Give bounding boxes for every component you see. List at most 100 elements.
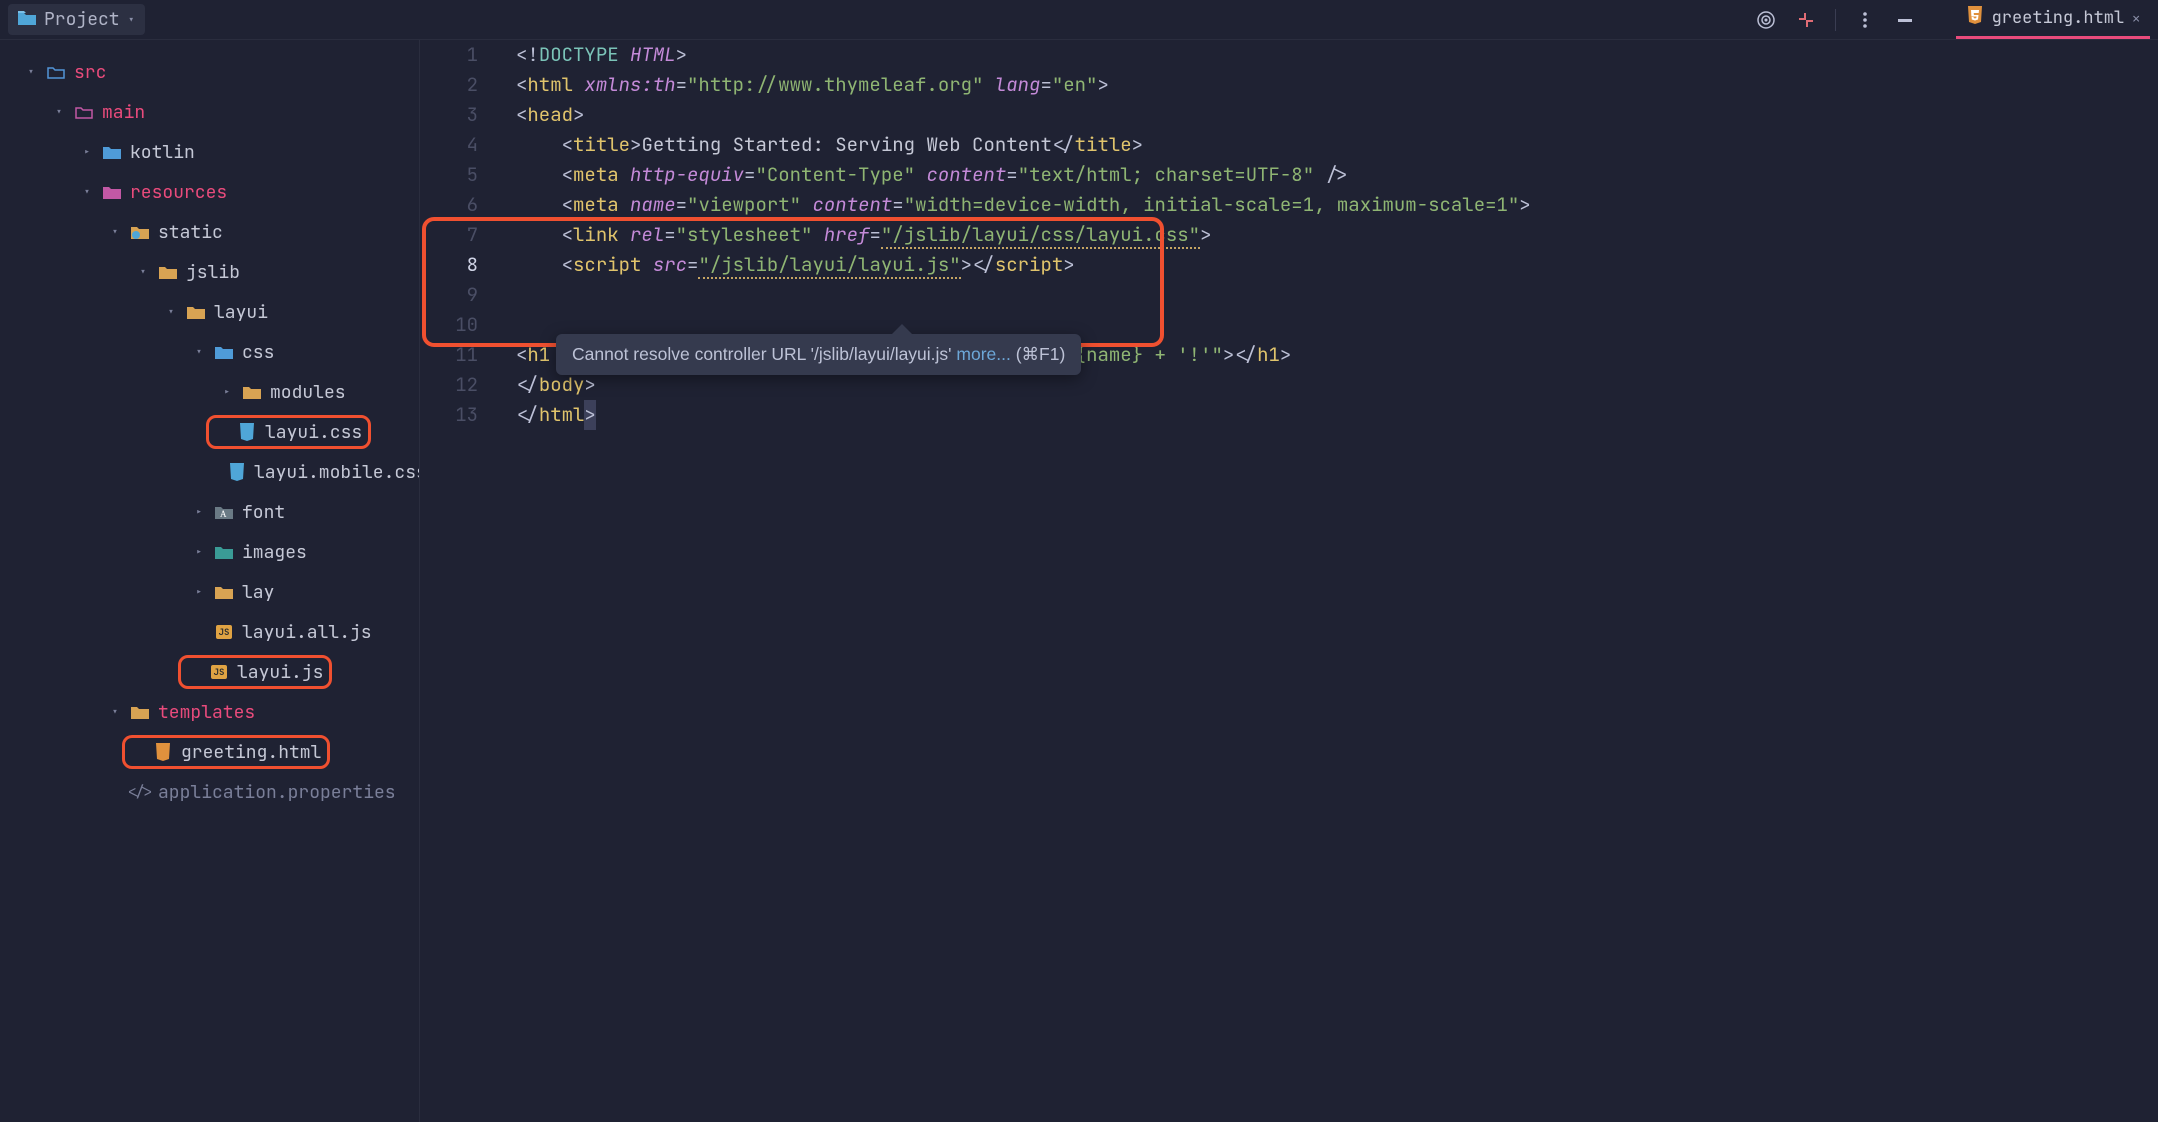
chevron-down-icon: ▾ xyxy=(80,184,94,200)
tree-label: layui.js xyxy=(237,661,323,684)
line-number: 10 xyxy=(420,310,478,340)
code-editor[interactable]: 1 2 3 4 5 6 7 8 9 10 11 12 13 <!DOCTYPE … xyxy=(420,40,2158,1122)
line-number: 8 xyxy=(420,250,478,280)
tree-modules[interactable]: ▸ modules xyxy=(0,372,419,412)
chevron-down-icon: ▾ xyxy=(52,104,66,120)
separator xyxy=(1835,9,1836,31)
tree-greeting-html[interactable]: greeting.html xyxy=(0,732,419,772)
chevron-right-icon: ▸ xyxy=(80,144,94,160)
js-icon: JS xyxy=(209,662,229,682)
close-icon[interactable]: ✕ xyxy=(2132,10,2140,27)
line-number: 13 xyxy=(420,400,478,430)
line-number: 9 xyxy=(420,280,478,310)
line-number: 6 xyxy=(420,190,478,220)
folder-icon xyxy=(158,262,178,282)
tree-app-properties[interactable]: </> application.properties xyxy=(0,772,419,812)
tree-label: jslib xyxy=(186,261,240,284)
tree-label: images xyxy=(242,541,307,564)
tree-lay[interactable]: ▸ lay xyxy=(0,572,419,612)
tree-layui-mobile-css[interactable]: layui.mobile.css xyxy=(0,452,419,492)
more-icon[interactable] xyxy=(1854,9,1876,31)
tab-label: greeting.html xyxy=(1992,7,2125,29)
error-tooltip: Cannot resolve controller URL '/jslib/la… xyxy=(556,334,1081,375)
chevron-down-icon: ▾ xyxy=(136,264,150,280)
tree-resources[interactable]: ▾ resources xyxy=(0,172,419,212)
target-icon[interactable] xyxy=(1755,9,1777,31)
main-area: ▾ src ▾ main ▸ kotlin ▾ resources ▾ stat… xyxy=(0,40,2158,1122)
code-line: <html xmlns:th="http://www.thymeleaf.org… xyxy=(516,70,2158,100)
properties-icon: </> xyxy=(130,782,150,802)
tree-font[interactable]: ▸ A font xyxy=(0,492,419,532)
line-number: 12 xyxy=(420,370,478,400)
tree-src[interactable]: ▾ src xyxy=(0,52,419,92)
tree-css[interactable]: ▾ css xyxy=(0,332,419,372)
tree-label: css xyxy=(242,341,274,364)
css-icon xyxy=(237,422,257,442)
project-tree[interactable]: ▾ src ▾ main ▸ kotlin ▾ resources ▾ stat… xyxy=(0,40,420,1122)
tree-label: kotlin xyxy=(130,141,195,164)
chevron-right-icon: ▸ xyxy=(192,504,206,520)
gutter: 1 2 3 4 5 6 7 8 9 10 11 12 13 xyxy=(420,40,496,1122)
line-number: 7 xyxy=(420,220,478,250)
tree-label: font xyxy=(242,501,285,524)
line-number: 1 xyxy=(420,40,478,70)
collapse-icon[interactable] xyxy=(1795,9,1817,31)
tree-layui[interactable]: ▾ layui xyxy=(0,292,419,332)
chevron-right-icon: ▸ xyxy=(220,384,234,400)
folder-icon xyxy=(214,542,234,562)
folder-icon xyxy=(130,222,150,242)
tree-label: layui.all.js xyxy=(242,621,372,644)
line-number: 5 xyxy=(420,160,478,190)
tree-images[interactable]: ▸ images xyxy=(0,532,419,572)
folder-icon xyxy=(102,182,122,202)
folder-icon xyxy=(186,302,206,322)
code-line: <meta name="viewport" content="width=dev… xyxy=(516,190,2158,220)
folder-icon xyxy=(242,382,262,402)
project-icon xyxy=(18,8,36,31)
tree-kotlin[interactable]: ▸ kotlin xyxy=(0,132,419,172)
folder-icon xyxy=(46,62,66,82)
tree-label: resources xyxy=(130,181,227,204)
tree-label: lay xyxy=(242,581,274,604)
code-line: <meta http-equiv="Content-Type" content=… xyxy=(516,160,2158,190)
tree-label: layui xyxy=(214,301,268,324)
tree-label: application.properties xyxy=(158,781,396,804)
chevron-right-icon: ▸ xyxy=(192,544,206,560)
code-line xyxy=(516,280,2158,310)
tree-label: layui.mobile.css xyxy=(254,461,420,484)
chevron-down-icon: ▾ xyxy=(24,64,38,80)
tree-layui-css[interactable]: layui.css xyxy=(0,412,419,452)
minimize-icon[interactable] xyxy=(1894,9,1916,31)
tree-label: src xyxy=(74,61,106,84)
tree-layui-all-js[interactable]: JS layui.all.js xyxy=(0,612,419,652)
chevron-down-icon: ▾ xyxy=(108,224,122,240)
folder-icon xyxy=(214,342,234,362)
code-line: <head> xyxy=(516,100,2158,130)
tree-static[interactable]: ▾ static xyxy=(0,212,419,252)
line-number: 3 xyxy=(420,100,478,130)
tab-greeting-html[interactable]: greeting.html ✕ xyxy=(1956,0,2150,39)
project-selector[interactable]: Project ▾ xyxy=(8,4,145,35)
tree-label: static xyxy=(158,221,223,244)
tree-jslib[interactable]: ▾ jslib xyxy=(0,252,419,292)
tree-label: templates xyxy=(158,701,255,724)
folder-icon xyxy=(214,582,234,602)
line-number: 4 xyxy=(420,130,478,160)
tooltip-shortcut: (⌘F1) xyxy=(1016,344,1066,364)
tree-layui-js[interactable]: JS layui.js xyxy=(0,652,419,692)
tree-label: modules xyxy=(270,381,346,404)
html-icon xyxy=(1966,6,1984,30)
folder-icon xyxy=(102,142,122,162)
line-number: 2 xyxy=(420,70,478,100)
tooltip-more-link[interactable]: more... xyxy=(956,344,1015,364)
folder-icon xyxy=(130,702,150,722)
chevron-down-icon: ▾ xyxy=(192,344,206,360)
chevron-right-icon: ▸ xyxy=(192,584,206,600)
tree-templates[interactable]: ▾ templates xyxy=(0,692,419,732)
code-line: <link rel="stylesheet" href="/jslib/layu… xyxy=(516,220,2158,250)
chevron-down-icon: ▾ xyxy=(128,12,135,28)
code-line: <!DOCTYPE HTML> xyxy=(516,40,2158,70)
svg-text:A: A xyxy=(220,509,227,519)
tree-main[interactable]: ▾ main xyxy=(0,92,419,132)
code-area[interactable]: <!DOCTYPE HTML> <html xmlns:th="http://w… xyxy=(496,40,2158,1122)
